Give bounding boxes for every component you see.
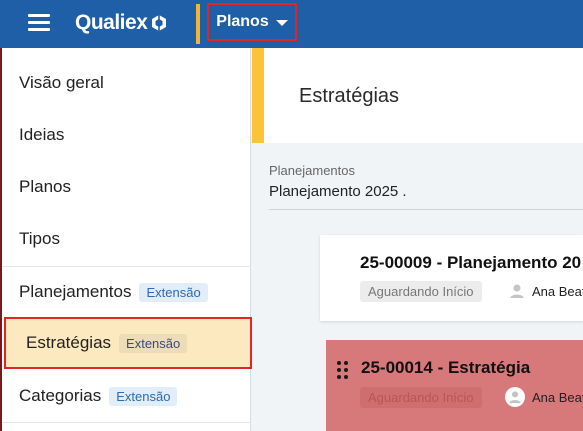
sidebar-item-label: Ideias xyxy=(19,125,65,144)
extension-badge: Extensão xyxy=(139,282,208,302)
chevron-down-icon xyxy=(275,20,288,26)
sidebar-item-label: Planos xyxy=(19,177,71,196)
brand-separator xyxy=(196,4,200,44)
page-title: Estratégias xyxy=(299,85,400,107)
filter-label: Planejamentos xyxy=(269,163,355,178)
sidebar-item-label: Categorias xyxy=(19,386,102,405)
brand-mark-icon xyxy=(152,15,167,31)
sidebar-item-label: Visão geral xyxy=(19,73,104,92)
drag-handle-icon[interactable] xyxy=(337,361,349,379)
card-title: 25-00009 - Planejamento 20 xyxy=(360,253,582,272)
planos-menu-button[interactable]: Planos xyxy=(207,3,297,41)
top-bar: Qualiex Planos xyxy=(0,0,583,48)
filter-underline xyxy=(269,209,583,210)
brand-logo[interactable]: Qualiex xyxy=(75,10,168,36)
sidebar-item-planejamentos[interactable]: Planejamentos Extensão xyxy=(2,266,251,318)
card-title: 25-00014 - Estratégia xyxy=(361,358,531,377)
sidebar-item-label: Estratégias xyxy=(26,333,112,352)
extension-badge: Extensão xyxy=(109,386,178,406)
sidebar-item-ideias[interactable]: Ideias xyxy=(2,109,251,161)
sidebar-item-planos[interactable]: Planos xyxy=(2,161,251,213)
person-icon xyxy=(510,284,524,298)
extension-badge: Extensão xyxy=(119,333,188,353)
sidebar-item-estrategias[interactable]: Estratégias Extensão xyxy=(4,317,252,369)
avatar xyxy=(505,387,525,407)
sidebar-item-visao-geral[interactable]: Visão geral xyxy=(2,57,251,109)
owner-name: Ana Beat xyxy=(532,390,583,405)
sidebar-item-label: Tipos xyxy=(19,229,60,248)
sidebar: Visão geral Ideias Planos Tipos Planejam… xyxy=(0,48,252,431)
filter-value-select[interactable]: Planejamento 2025 . xyxy=(269,183,407,200)
brand-name: Qualiex xyxy=(75,11,148,34)
sidebar-divider xyxy=(2,422,251,423)
owner-name: Ana Beat xyxy=(532,284,583,299)
sidebar-item-categorias[interactable]: Categorias Extensão xyxy=(2,370,251,422)
page-header: Estratégias xyxy=(252,48,583,143)
strategy-card[interactable]: 25-00009 - Planejamento 20 Aguardando In… xyxy=(320,235,583,321)
sidebar-item-tipos[interactable]: Tipos xyxy=(2,213,251,265)
menu-icon[interactable] xyxy=(28,14,50,32)
sidebar-item-label: Planejamentos xyxy=(19,282,132,301)
status-badge: Aguardando Início xyxy=(360,387,482,408)
status-badge: Aguardando Início xyxy=(360,281,482,302)
person-icon xyxy=(509,391,521,404)
strategy-card-selected[interactable]: 25-00014 - Estratégia Aguardando Início … xyxy=(326,340,583,431)
planos-menu-label: Planos xyxy=(216,13,269,30)
